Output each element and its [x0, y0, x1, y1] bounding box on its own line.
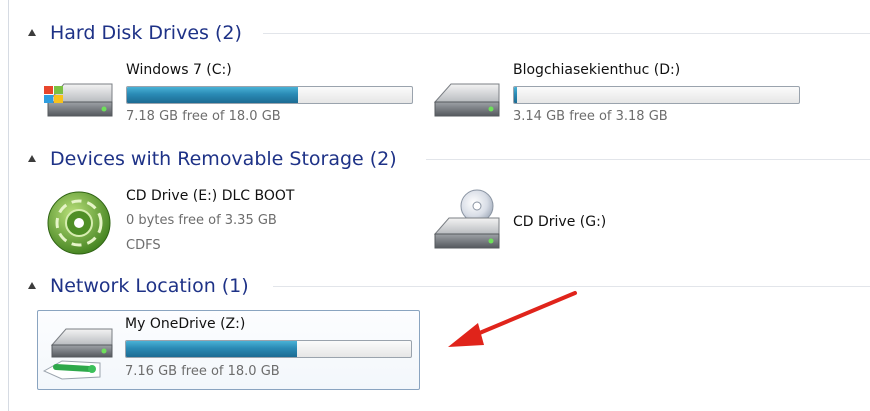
- drive-free-space: 7.18 GB free of 18.0 GB: [126, 109, 281, 124]
- group-header-hard-disk-drives[interactable]: Hard Disk Drives (2): [28, 20, 870, 46]
- green-gear-disc-icon: [47, 191, 111, 255]
- drive-tile-d[interactable]: Blogchiasekienthuc (D:) 3.14 GB free of …: [425, 62, 815, 134]
- collapse-triangle-icon[interactable]: [28, 155, 36, 162]
- group-divider: [426, 159, 870, 160]
- cd-drive-icon: [433, 189, 500, 249]
- drive-name: Blogchiasekienthuc (D:): [513, 62, 681, 78]
- drive-tile-z[interactable]: My OneDrive (Z:) 7.16 GB free of 18.0 GB: [37, 310, 420, 390]
- windows-hard-drive-icon: [44, 83, 113, 117]
- group-title: Network Location (1): [50, 275, 249, 297]
- drive-name: CD Drive (G:): [513, 214, 607, 230]
- drive-usage-fill: [127, 87, 298, 103]
- group-title: Hard Disk Drives (2): [50, 22, 242, 44]
- group-divider: [263, 33, 870, 34]
- drive-usage-fill: [126, 341, 297, 357]
- drive-usage-bar: [126, 86, 413, 104]
- drive-name: My OneDrive (Z:): [125, 316, 246, 332]
- annotation-arrow: [448, 291, 577, 347]
- drive-free-space: 7.16 GB free of 18.0 GB: [125, 364, 280, 379]
- drive-tile-g[interactable]: CD Drive (G:): [425, 188, 815, 260]
- pane-left-border: [8, 0, 9, 411]
- drive-usage-fill: [514, 87, 517, 103]
- group-header-removable-storage[interactable]: Devices with Removable Storage (2): [28, 146, 870, 172]
- drive-name: CD Drive (E:) DLC BOOT: [126, 188, 295, 204]
- drive-filesystem: CDFS: [126, 238, 161, 253]
- drive-usage-bar: [125, 340, 412, 358]
- network-drive-icon: [42, 328, 113, 380]
- collapse-triangle-icon[interactable]: [28, 29, 36, 36]
- drive-free-space: 3.14 GB free of 3.18 GB: [513, 109, 668, 124]
- drive-name: Windows 7 (C:): [126, 62, 232, 78]
- collapse-triangle-icon[interactable]: [28, 282, 36, 289]
- drive-tile-e[interactable]: CD Drive (E:) DLC BOOT 0 bytes free of 3…: [38, 188, 428, 260]
- hard-drive-icon: [433, 83, 500, 117]
- group-title: Devices with Removable Storage (2): [50, 148, 397, 170]
- drive-tile-c[interactable]: Windows 7 (C:) 7.18 GB free of 18.0 GB: [38, 62, 428, 134]
- drive-free-space: 0 bytes free of 3.35 GB: [126, 213, 277, 228]
- drive-usage-bar: [513, 86, 800, 104]
